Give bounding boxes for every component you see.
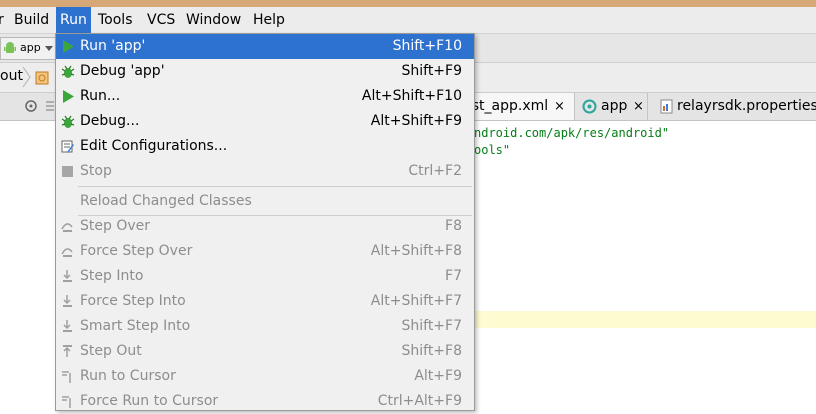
menu-item-debug[interactable]: Debug... Alt+Shift+F9 <box>56 109 474 134</box>
breadcrumb-item[interactable]: out <box>0 68 23 84</box>
debug-bug-icon <box>61 115 75 128</box>
close-icon[interactable]: × <box>554 93 565 120</box>
menu-help[interactable]: Help <box>249 7 289 33</box>
breadcrumb-separator-icon <box>22 66 31 88</box>
tab-app[interactable]: app × <box>575 93 648 120</box>
code-line: ools" <box>474 143 511 157</box>
code-line: ndroid.com/apk/res/android" <box>474 126 670 140</box>
menu-run[interactable]: Run <box>56 7 91 33</box>
menu-item-run-app[interactable]: Run 'app' Shift+F10 <box>56 34 474 59</box>
step-over-icon <box>61 223 73 232</box>
menu-item-stop[interactable]: Stop Ctrl+F2 <box>56 159 474 184</box>
force-step-over-icon <box>61 248 73 257</box>
close-icon[interactable]: × <box>633 93 644 120</box>
run-config-combo[interactable]: app <box>0 37 58 60</box>
menu-item-edit-configurations[interactable]: Edit Configurations... <box>56 134 474 159</box>
menu-item-step-into[interactable]: Step Into F7 <box>56 264 474 289</box>
force-run-to-cursor-icon <box>62 396 71 408</box>
menu-truncated[interactable]: r <box>0 7 8 33</box>
menu-item-step-over[interactable]: Step Over F8 <box>56 214 474 239</box>
menu-item-debug-app[interactable]: Debug 'app' Shift+F9 <box>56 59 474 84</box>
menu-item-reload-changed-classes[interactable]: Reload Changed Classes <box>56 189 474 214</box>
current-line-highlight <box>474 311 816 328</box>
tab-label: relayrsdk.properties <box>677 98 816 114</box>
edit-config-icon <box>61 140 74 153</box>
target-icon[interactable] <box>24 99 38 113</box>
menu-item-force-run-to-cursor[interactable]: Force Run to Cursor Ctrl+Alt+F9 <box>56 389 474 414</box>
tab-label: rst_app.xml <box>466 98 549 114</box>
debug-bug-icon <box>61 65 75 78</box>
run-icon <box>63 40 74 53</box>
gradle-module-icon <box>582 99 597 114</box>
properties-file-icon <box>660 99 673 114</box>
tab-label: app <box>601 98 628 114</box>
run-to-cursor-icon <box>62 371 71 383</box>
menu-item-run[interactable]: Run... Alt+Shift+F10 <box>56 84 474 109</box>
menu-build[interactable]: Build <box>10 7 53 33</box>
force-step-into-icon <box>63 295 72 307</box>
menu-separator <box>78 186 472 187</box>
tab-relayrsdk-properties[interactable]: relayrsdk.properties <box>648 93 816 120</box>
run-menu-dropdown: Run 'app' Shift+F10 Debug 'app' Shift+F9… <box>55 33 475 411</box>
menu-vcs[interactable]: VCS <box>143 7 179 33</box>
tab-first-app-xml[interactable]: rst_app.xml × <box>466 93 575 120</box>
stop-icon <box>62 166 73 177</box>
menu-item-force-step-over[interactable]: Force Step Over Alt+Shift+F8 <box>56 239 474 264</box>
menu-tools[interactable]: Tools <box>94 7 137 33</box>
chevron-down-icon <box>45 46 53 51</box>
menu-window[interactable]: Window <box>182 7 245 33</box>
menu-item-run-to-cursor[interactable]: Run to Cursor Alt+F9 <box>56 364 474 389</box>
menu-item-force-step-into[interactable]: Force Step Into Alt+Shift+F7 <box>56 289 474 314</box>
layout-file-icon <box>35 71 49 85</box>
window-title-bar <box>0 0 816 7</box>
main-menu-bar: r Build Run Tools VCS Window Help <box>0 7 816 34</box>
run-config-label: app <box>20 41 41 54</box>
step-out-icon <box>63 345 72 357</box>
run-icon <box>63 90 74 103</box>
step-into-icon <box>63 270 72 282</box>
android-icon <box>4 42 16 53</box>
menu-item-smart-step-into[interactable]: Smart Step Into Shift+F7 <box>56 314 474 339</box>
smart-step-into-icon <box>63 320 72 332</box>
menu-item-step-out[interactable]: Step Out Shift+F8 <box>56 339 474 364</box>
